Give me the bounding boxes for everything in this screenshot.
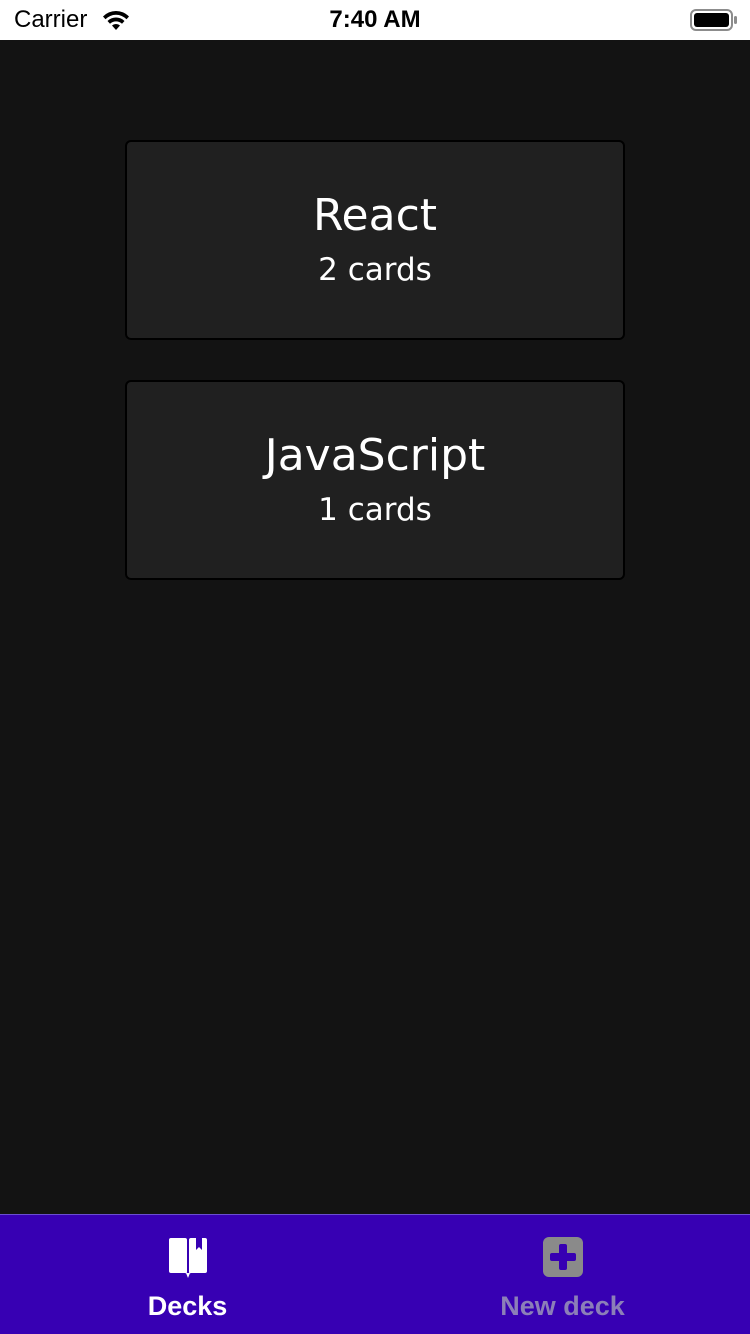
status-bar: Carrier 7:40 AM [0, 0, 750, 40]
deck-card-count: 1 cards [318, 492, 432, 528]
deck-card-react[interactable]: React 2 cards [125, 140, 625, 340]
book-icon [168, 1238, 207, 1278]
bottom-tab-bar: Decks New deck [0, 1214, 750, 1334]
tab-label: Decks [147, 1291, 228, 1321]
deck-title: JavaScript [264, 430, 486, 481]
clock-label: 7:40 AM [329, 6, 421, 33]
deck-list: React 2 cards JavaScript 1 cards [125, 140, 625, 620]
tab-label: New deck [500, 1291, 625, 1321]
tab-new-deck[interactable]: New deck [375, 1215, 750, 1334]
deck-card-count: 2 cards [318, 252, 432, 288]
battery-icon [690, 9, 737, 31]
deck-card-javascript[interactable]: JavaScript 1 cards [125, 380, 625, 580]
plus-square-icon [542, 1237, 583, 1277]
tab-decks[interactable]: Decks [0, 1215, 375, 1334]
deck-title: React [312, 190, 438, 241]
app-screen: Carrier 7:40 AM React 2 cards JavaScript… [0, 0, 750, 1334]
